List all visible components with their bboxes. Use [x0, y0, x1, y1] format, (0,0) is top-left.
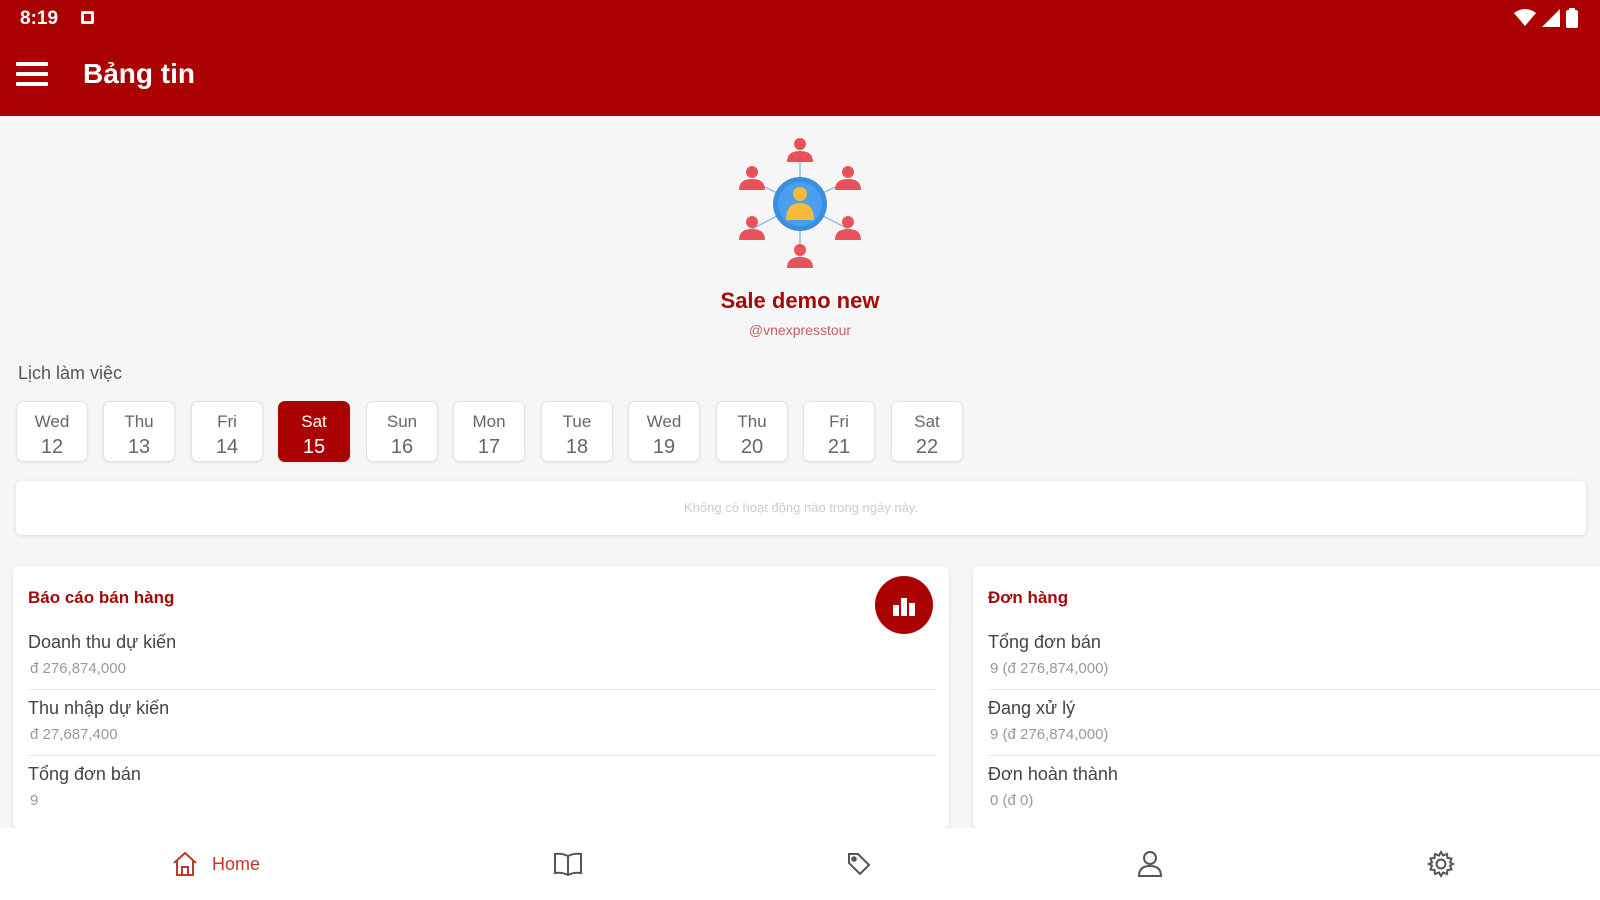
team-network-icon	[739, 138, 861, 268]
day-date: 21	[827, 436, 851, 458]
row-value: 9 (đ 276,874,000)	[990, 660, 1109, 677]
day-chip[interactable]: Thu 20	[716, 401, 788, 462]
row-value: đ 276,874,000	[30, 660, 126, 677]
home-icon	[173, 851, 197, 876]
row-label: Thu nhập dự kiến	[28, 698, 170, 718]
nav-settings[interactable]	[1426, 846, 1456, 882]
page-title: Bảng tin	[83, 58, 195, 89]
sales-report-title: Báo cáo bán hàng	[28, 588, 175, 607]
report-row: Thu nhập dự kiến đ 27,687,400	[28, 690, 936, 756]
nav-catalog[interactable]	[552, 846, 584, 882]
day-date: 16	[390, 436, 414, 458]
report-row: Tổng đơn bán 9	[28, 756, 936, 822]
book-icon	[554, 852, 582, 877]
day-chip[interactable]: Thu 13	[103, 401, 175, 462]
app-bar: Bảng tin	[0, 36, 1600, 116]
schedule-label: Lịch làm việc	[18, 363, 123, 383]
day-date: 15	[302, 436, 326, 458]
nav-promotions[interactable]	[845, 846, 873, 882]
order-row: Đơn hoàn thành 0 (đ 0)	[988, 756, 1600, 822]
day-name: Wed	[646, 412, 682, 431]
day-date: 12	[40, 436, 64, 458]
battery-icon	[1566, 8, 1578, 28]
status-icons	[1514, 8, 1578, 28]
signal-icon	[1542, 9, 1560, 27]
day-name: Fri	[829, 412, 849, 431]
nav-home-label: Home	[212, 853, 261, 874]
day-date: 17	[477, 436, 501, 458]
report-row: Doanh thu dự kiến đ 276,874,000	[28, 624, 936, 690]
day-date: 22	[915, 436, 939, 458]
day-chip[interactable]: Tue 18	[541, 401, 613, 462]
orders-title: Đơn hàng	[988, 588, 1069, 607]
sales-report-card: Báo cáo bán hàng Doanh thu dự kiến đ 276…	[13, 566, 949, 828]
day-name: Sat	[301, 412, 327, 431]
row-label: Tổng đơn bán	[988, 632, 1101, 652]
activity-card: Không có hoạt động nào trong ngày này.	[16, 481, 1586, 535]
day-chip[interactable]: Wed 19	[628, 401, 700, 462]
nav-profile[interactable]	[1136, 846, 1164, 882]
day-name: Mon	[472, 412, 506, 431]
bottom-nav: Home	[0, 828, 1600, 900]
day-date: 14	[215, 436, 239, 458]
orders-card: Đơn hàng Tổng đơn bán 9 (đ 276,874,000) …	[973, 566, 1600, 828]
profile-handle: @vnexpresstour	[748, 322, 852, 338]
row-label: Doanh thu dự kiến	[28, 632, 177, 652]
day-date: 18	[565, 436, 589, 458]
order-row: Tổng đơn bán 9 (đ 276,874,000)	[988, 624, 1600, 690]
row-value: 0 (đ 0)	[990, 792, 1034, 809]
day-chip[interactable]: Wed 12	[16, 401, 88, 462]
day-name: Thu	[737, 412, 767, 431]
day-chip[interactable]: Fri 21	[803, 401, 875, 462]
day-chip[interactable]: Sat 22	[891, 401, 963, 462]
user-icon	[1137, 851, 1163, 877]
day-date: 20	[740, 436, 764, 458]
day-chip[interactable]: Sun 16	[366, 401, 438, 462]
row-label: Tổng đơn bán	[28, 764, 141, 784]
status-bar: 8:19	[0, 0, 1600, 36]
profile-name: Sale demo new	[720, 288, 880, 313]
order-row: Đang xử lý 9 (đ 276,874,000)	[988, 690, 1600, 756]
wifi-icon	[1514, 9, 1536, 26]
empty-activity-text: Không có hoạt động nào trong ngày này.	[684, 500, 918, 515]
status-time: 8:19	[20, 8, 59, 29]
notification-icon	[81, 11, 94, 24]
day-chip-selected[interactable]: Sat 15	[278, 401, 350, 462]
row-value: 9	[30, 792, 39, 809]
tag-icon	[848, 853, 871, 876]
day-name: Tue	[562, 412, 592, 431]
day-name: Sun	[386, 412, 418, 431]
nav-home[interactable]: Home	[170, 846, 260, 882]
row-label: Đơn hoàn thành	[988, 764, 1118, 784]
row-value: đ 27,687,400	[30, 726, 118, 743]
row-value: 9 (đ 276,874,000)	[990, 726, 1109, 743]
day-chip[interactable]: Fri 14	[191, 401, 263, 462]
row-label: Đang xử lý	[988, 698, 1076, 718]
day-name: Wed	[34, 412, 70, 431]
day-name: Thu	[124, 412, 154, 431]
day-date: 13	[127, 436, 151, 458]
day-name: Fri	[217, 412, 237, 431]
menu-icon[interactable]	[14, 58, 52, 92]
day-date: 19	[652, 436, 676, 458]
day-name: Sat	[914, 412, 940, 431]
gear-icon	[1426, 849, 1456, 879]
day-chip[interactable]: Mon 17	[453, 401, 525, 462]
